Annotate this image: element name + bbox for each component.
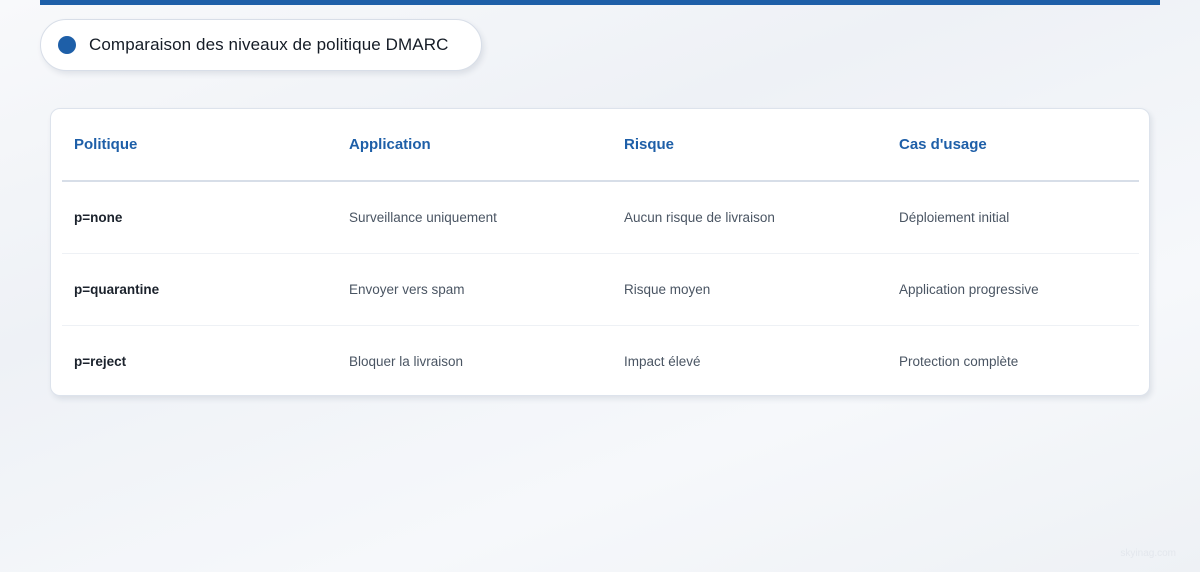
use-case-cell: Application progressive (887, 253, 1139, 326)
risk-cell: Risque moyen (612, 253, 887, 326)
page-title: Comparaison des niveaux de politique DMA… (89, 35, 449, 54)
table-row: p=reject Bloquer la livraison Impact éle… (62, 326, 1139, 398)
risk-cell: Aucun risque de livraison (612, 181, 887, 254)
table-header-row: Politique Application Risque Cas d'usage (62, 109, 1139, 182)
policy-cell: p=quarantine (62, 253, 337, 326)
application-cell: Envoyer vers spam (337, 253, 612, 326)
column-header-cas-usage: Cas d'usage (887, 109, 1139, 182)
use-case-cell: Déploiement initial (887, 181, 1139, 254)
application-cell: Surveillance uniquement (337, 181, 612, 254)
bullet-dot-icon (58, 36, 76, 54)
application-cell: Bloquer la livraison (349, 354, 464, 369)
page-title-card: Comparaison des niveaux de politique DMA… (40, 19, 482, 71)
column-header-politique: Politique (62, 109, 337, 182)
column-header-risque: Risque (612, 109, 887, 182)
table-row: p=none Surveillance uniquement Aucun ris… (62, 181, 1139, 254)
column-header-application: Application (337, 109, 612, 182)
dmarc-comparison-table: Politique Application Risque Cas d'usage… (62, 109, 1139, 397)
risk-cell: Impact élevé (624, 354, 701, 369)
use-case-cell: Protection complète (899, 354, 1019, 369)
policy-cell: p=none (62, 181, 337, 254)
watermark-text: skyinag.com (1120, 548, 1176, 559)
comparison-table-card: Politique Application Risque Cas d'usage… (50, 108, 1150, 396)
table-row: p=quarantine Envoyer vers spam Risque mo… (62, 253, 1139, 326)
top-accent-bar (40, 0, 1160, 5)
policy-cell: p=reject (74, 354, 127, 369)
